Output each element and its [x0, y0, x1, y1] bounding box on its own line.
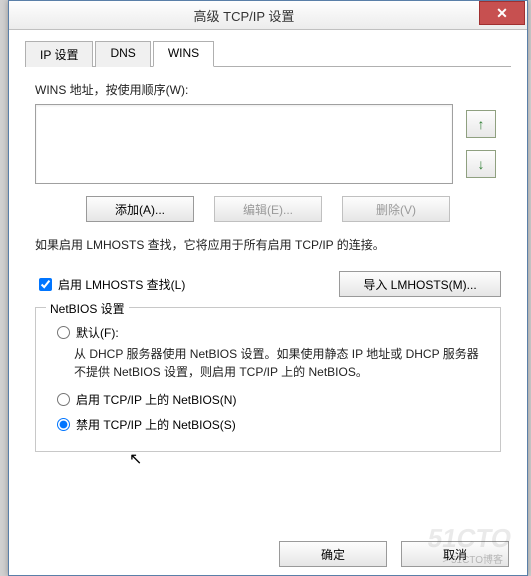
advanced-tcpip-dialog: 高级 TCP/IP 设置 ✕ IP 设置 DNS WINS WINS 地址，按使…	[8, 0, 528, 576]
import-lmhosts-button[interactable]: 导入 LMHOSTS(M)...	[339, 271, 501, 297]
ok-button[interactable]: 确定	[279, 541, 387, 567]
remove-button: 删除(V)	[342, 196, 450, 222]
netbios-default-desc: 从 DHCP 服务器使用 NetBIOS 设置。如果使用静态 IP 地址或 DH…	[74, 345, 488, 381]
arrow-up-icon: ↑	[478, 116, 485, 132]
enable-lmhosts-label: 启用 LMHOSTS 查找(L)	[58, 276, 185, 293]
titlebar-title: 高级 TCP/IP 设置	[9, 6, 479, 25]
lmhosts-info: 如果启用 LMHOSTS 查找，它将应用于所有启用 TCP/IP 的连接。	[35, 236, 501, 253]
netbios-default-row[interactable]: 默认(F):	[52, 324, 488, 341]
arrow-down-icon: ↓	[478, 156, 485, 172]
dialog-body: IP 设置 DNS WINS WINS 地址，按使用顺序(W): ↑ ↓ 添加(…	[9, 30, 527, 462]
netbios-disable-label: 禁用 TCP/IP 上的 NetBIOS(S)	[76, 416, 236, 433]
add-button[interactable]: 添加(A)...	[86, 196, 194, 222]
netbios-group-title: NetBIOS 设置	[46, 300, 129, 317]
netbios-enable-row[interactable]: 启用 TCP/IP 上的 NetBIOS(N)	[52, 391, 488, 408]
netbios-enable-label: 启用 TCP/IP 上的 NetBIOS(N)	[76, 391, 236, 408]
wins-address-label: WINS 地址，按使用顺序(W):	[35, 81, 507, 98]
netbios-group: NetBIOS 设置 默认(F): 从 DHCP 服务器使用 NetBIOS 设…	[35, 307, 501, 452]
wins-address-listbox[interactable]	[35, 104, 453, 184]
move-up-button[interactable]: ↑	[466, 110, 496, 138]
netbios-enable-radio[interactable]	[57, 393, 70, 406]
enable-lmhosts-checkbox[interactable]	[39, 278, 52, 291]
netbios-disable-row[interactable]: 禁用 TCP/IP 上的 NetBIOS(S)	[52, 416, 488, 433]
move-down-button[interactable]: ↓	[466, 150, 496, 178]
close-button[interactable]: ✕	[479, 1, 525, 25]
tab-wins[interactable]: WINS	[153, 41, 214, 67]
netbios-disable-radio[interactable]	[57, 418, 70, 431]
dialog-footer: 确定 取消	[279, 541, 509, 567]
tab-strip: IP 设置 DNS WINS	[25, 40, 511, 67]
reorder-buttons: ↑ ↓	[453, 104, 501, 184]
titlebar: 高级 TCP/IP 设置 ✕	[9, 1, 527, 30]
wins-list-row: ↑ ↓	[35, 104, 501, 184]
netbios-default-radio[interactable]	[57, 326, 70, 339]
lmhosts-row: 启用 LMHOSTS 查找(L) 导入 LMHOSTS(M)...	[35, 271, 501, 297]
close-icon: ✕	[496, 5, 508, 22]
tab-dns[interactable]: DNS	[95, 41, 150, 67]
edit-button: 编辑(E)...	[214, 196, 322, 222]
tab-ip-settings[interactable]: IP 设置	[25, 41, 93, 67]
netbios-default-label: 默认(F):	[76, 324, 119, 341]
wins-button-row: 添加(A)... 编辑(E)... 删除(V)	[25, 196, 511, 222]
cancel-button[interactable]: 取消	[401, 541, 509, 567]
